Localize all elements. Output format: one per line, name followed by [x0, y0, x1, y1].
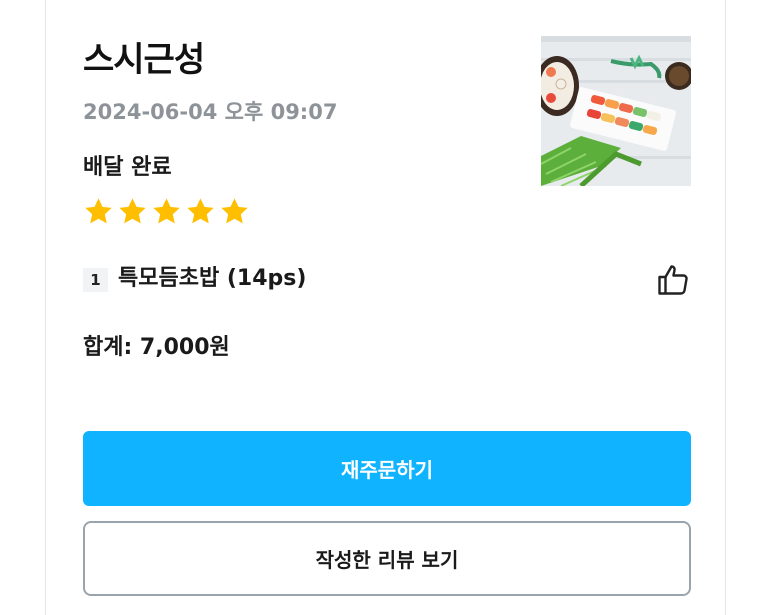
- star-icon: [119, 198, 146, 224]
- item-quantity: 1: [83, 268, 108, 292]
- order-status: 배달 완료: [83, 155, 172, 180]
- order-total: 합계: 7,000원: [83, 335, 230, 360]
- item-name: 특모듬초밥 (14ps): [118, 266, 307, 291]
- star-icon: [153, 198, 180, 224]
- thumbs-up-icon: [658, 265, 688, 295]
- star-icon: [187, 198, 214, 224]
- star-icon: [221, 198, 248, 224]
- rating-stars: [83, 196, 250, 227]
- order-date: 2024-06-04 오후 09:07: [83, 100, 338, 124]
- order-item-row: 1 특모듬초밥 (14ps): [83, 260, 691, 300]
- reorder-button[interactable]: 재주문하기: [83, 431, 691, 506]
- store-name[interactable]: 스시근성: [83, 41, 205, 79]
- store-thumbnail[interactable]: [541, 36, 691, 186]
- view-review-button[interactable]: 작성한 리뷰 보기: [83, 521, 691, 596]
- sushi-platter-image: [541, 36, 691, 186]
- order-history-page: 스시근성 2024-06-04 오후 09:07 배달 완료 1 특모듬초밥 (…: [0, 0, 773, 615]
- order-card: 스시근성 2024-06-04 오후 09:07 배달 완료 1 특모듬초밥 (…: [45, 0, 726, 615]
- like-button[interactable]: [655, 262, 691, 298]
- star-icon: [85, 198, 112, 224]
